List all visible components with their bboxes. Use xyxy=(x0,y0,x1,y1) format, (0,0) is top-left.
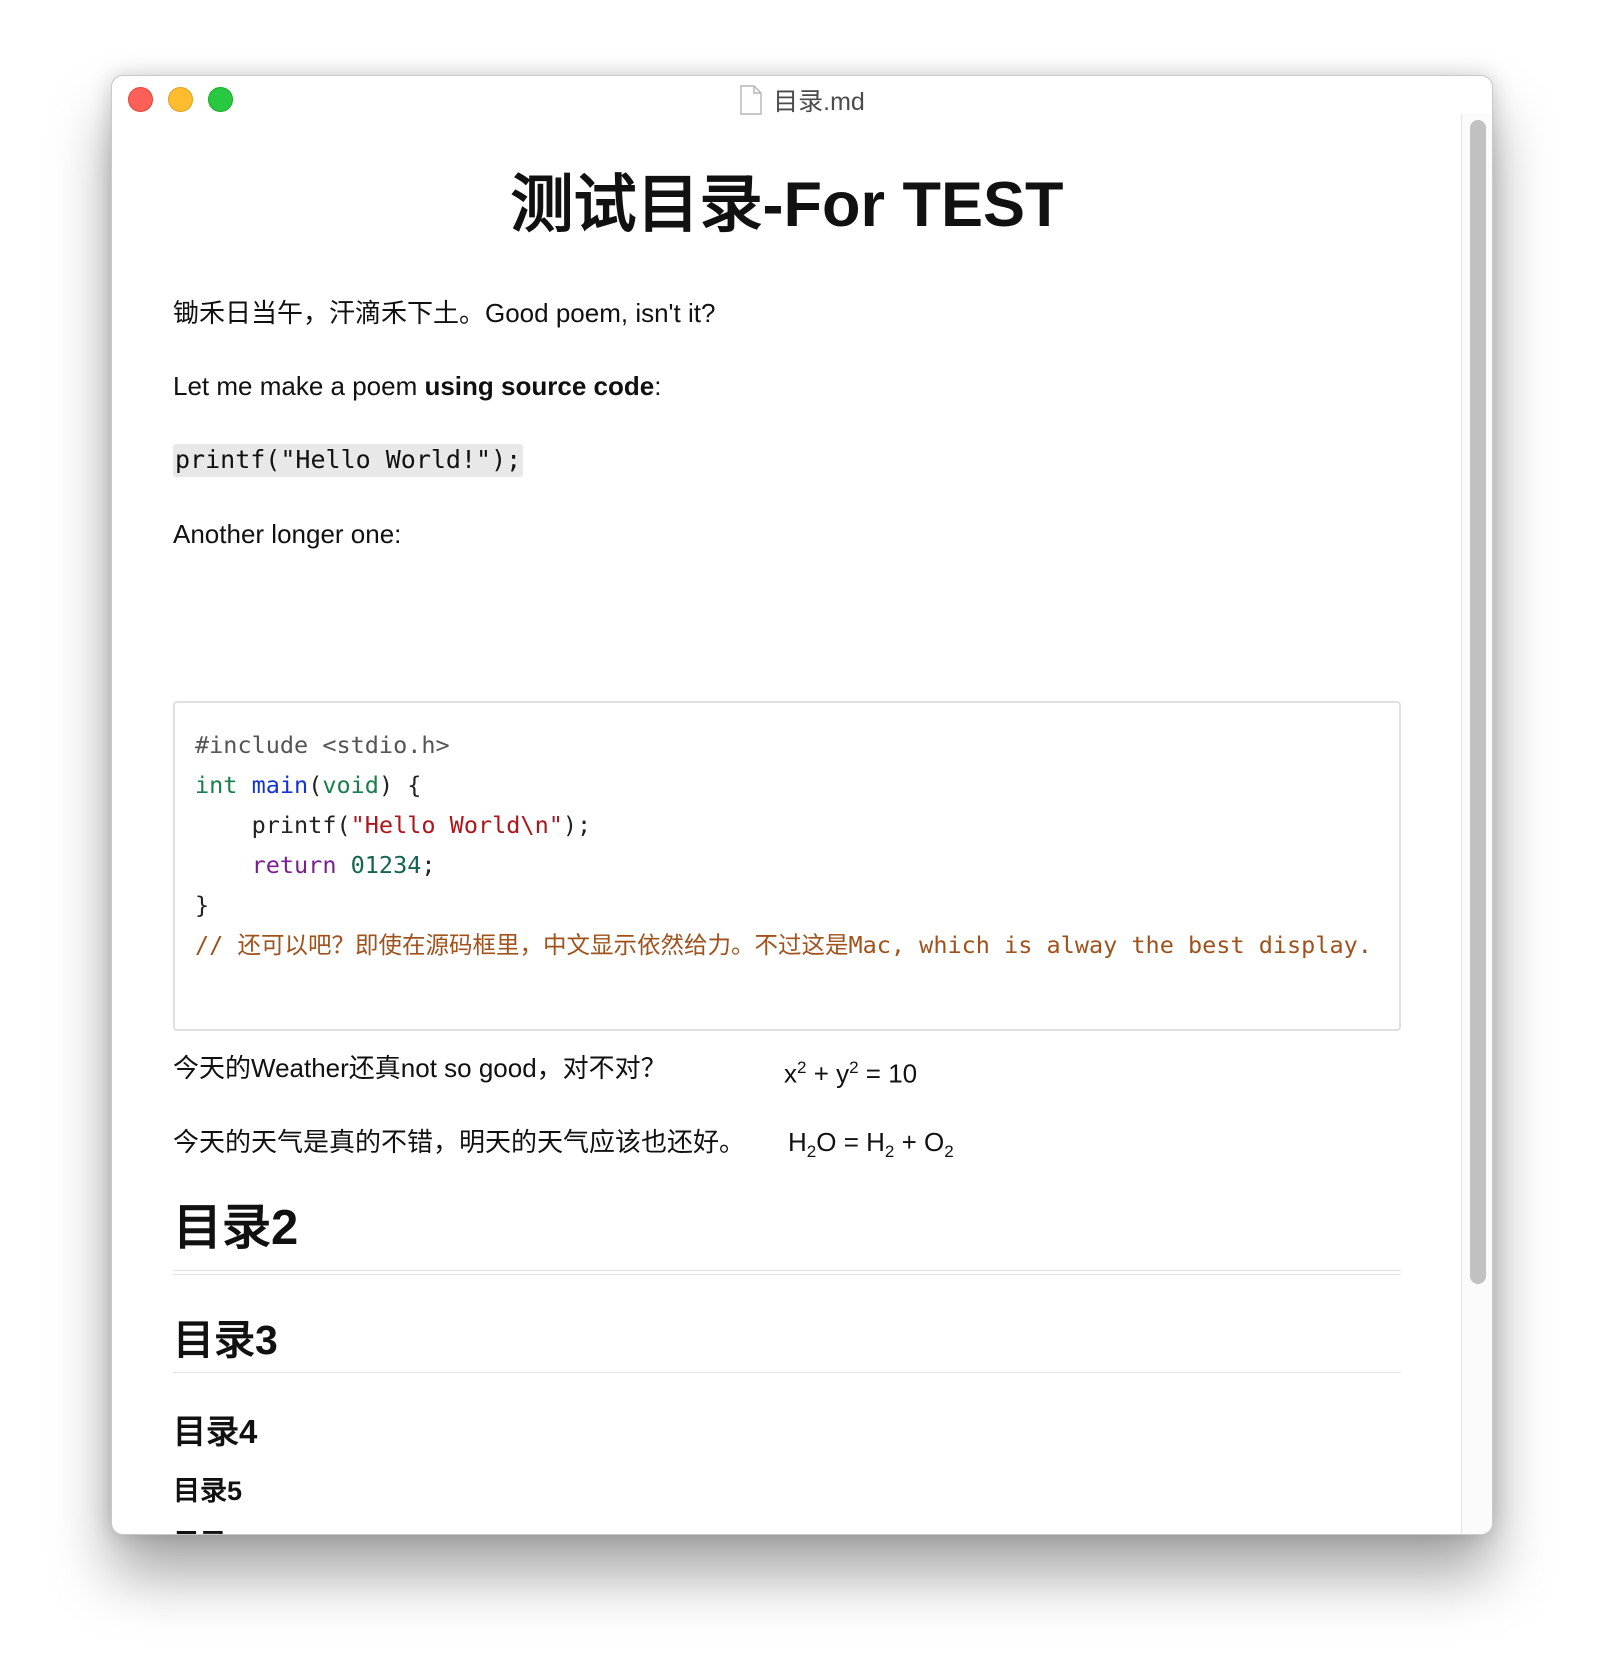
code-block[interactable]: #include <stdio.h> int main(void) { prin… xyxy=(173,701,1401,1031)
heading-1: 测试目录-For TEST xyxy=(510,170,1064,240)
math-superscript: 2 xyxy=(849,1058,859,1077)
code-brace: ) { xyxy=(378,771,422,799)
code-number: 01234 xyxy=(350,851,422,879)
math-h: H xyxy=(788,1127,807,1157)
document-icon xyxy=(740,85,762,115)
heading-2-rule-inner xyxy=(173,1274,1401,1275)
math-subscript: 2 xyxy=(884,1142,895,1162)
paragraph-weather: 今天的Weather还真not so good，对不对？ xyxy=(173,1053,667,1083)
code-comment: // 还可以吧？即使在源码框里，中文显示依然给力。不过这是Mac, which … xyxy=(195,931,1372,959)
bold-text: using source code xyxy=(424,371,655,401)
heading-4: 目录4 xyxy=(173,1413,258,1450)
vertical-scrollbar[interactable] xyxy=(1461,114,1492,1534)
editor-window: 目录.md 测试目录-For TEST 锄禾日当午，汗滴禾下土。Good poe… xyxy=(111,75,1493,1535)
math-subscript: 2 xyxy=(806,1142,817,1162)
math-equation-2: H2O = H2 + O2 xyxy=(788,1125,954,1169)
code-line-close-brace: } xyxy=(195,891,210,919)
math-plus-o: + O xyxy=(894,1127,945,1157)
paragraph-longer-intro: Another longer one: xyxy=(173,519,402,549)
paragraph-text-end: : xyxy=(654,371,662,401)
code-line-printf: printf("Hello World\n"); xyxy=(195,805,1379,845)
heading-2-rule xyxy=(173,1270,1401,1271)
paragraph-text: Let me make a poem xyxy=(173,371,425,401)
code-param: void xyxy=(322,771,379,799)
paragraph-inline-code: printf("Hello World!"); xyxy=(173,442,524,477)
paragraph-weather-2: 今天的天气是真的不错，明天的天气应该也还好。 xyxy=(173,1127,746,1157)
paragraph-poem: 锄禾日当午，汗滴禾下土。Good poem, isn't it? xyxy=(173,298,716,328)
document-content[interactable]: 测试目录-For TEST 锄禾日当午，汗滴禾下土。Good poem, isn… xyxy=(173,166,1401,1534)
heading-2: 目录2 xyxy=(173,1201,299,1255)
paragraph-source-code-intro: Let me make a poem using source code: xyxy=(173,369,661,403)
code-keyword: return xyxy=(251,851,337,879)
code-line-include: #include <stdio.h> xyxy=(195,731,450,759)
code-paren: ( xyxy=(308,771,323,799)
math-o-eq-h: O = H xyxy=(816,1127,885,1157)
code-line-return: return 01234; xyxy=(195,845,1379,885)
heading-5: 目录5 xyxy=(173,1476,243,1506)
inline-code: printf("Hello World!"); xyxy=(173,444,524,477)
math-var-x: x xyxy=(784,1058,797,1089)
code-call-end: ); xyxy=(562,811,592,839)
window-title-group: 目录.md xyxy=(112,83,1492,117)
scrollbar-thumb[interactable] xyxy=(1470,120,1486,1284)
title-bar[interactable]: 目录.md xyxy=(112,76,1492,122)
code-semicolon: ; xyxy=(421,851,436,879)
math-equals: = 10 xyxy=(858,1058,918,1089)
heading-3-rule xyxy=(173,1372,1401,1373)
math-equation-1: x2 + y2 = 10 xyxy=(784,1051,917,1091)
code-type: int xyxy=(195,771,238,799)
heading-6: 目录6 xyxy=(173,1527,242,1534)
code-string: "Hello World\n" xyxy=(350,811,563,839)
code-line-main: int main(void) { xyxy=(195,765,1379,805)
math-subscript: 2 xyxy=(944,1142,954,1162)
math-plus-y: + y xyxy=(806,1058,850,1089)
code-function: main xyxy=(251,771,309,799)
heading-3: 目录3 xyxy=(173,1317,278,1363)
code-call: printf( xyxy=(251,811,351,839)
window-title: 目录.md xyxy=(773,88,865,116)
